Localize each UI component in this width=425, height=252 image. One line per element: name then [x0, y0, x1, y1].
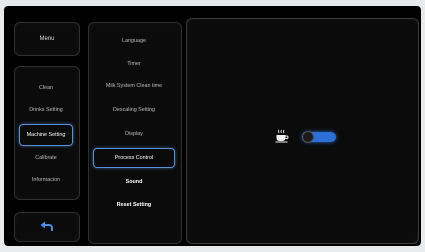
submenu-item-reset-setting[interactable]: Reset Setting: [93, 195, 175, 215]
category-item-clean[interactable]: Clean: [19, 77, 73, 99]
process-control-toggle[interactable]: [302, 131, 336, 143]
back-arrow-icon: [15, 213, 79, 241]
menu-label: Menu: [39, 36, 55, 42]
category-item-informacion[interactable]: Informacion: [19, 169, 73, 191]
back-button[interactable]: [14, 212, 80, 242]
category-item-machine-setting[interactable]: Machine Setting: [19, 124, 73, 146]
submenu-item-timer[interactable]: Timer: [93, 54, 175, 74]
submenu-item-sound[interactable]: Sound: [93, 172, 175, 192]
submenu-item-display[interactable]: Display: [93, 124, 175, 144]
coffee-cup-icon: [275, 129, 289, 148]
toggle-knob: [302, 131, 314, 143]
category-item-calibrate[interactable]: Calibrate: [19, 147, 73, 169]
content-panel: [186, 18, 419, 244]
submenu-list: Language Timer Milk System Clean time De…: [88, 22, 182, 244]
device-screen: Menu Clean Drinks Setting Machine Settin…: [4, 6, 421, 246]
submenu-item-language[interactable]: Language: [93, 31, 175, 51]
submenu-item-descaling-setting[interactable]: Descaling Setting: [93, 100, 175, 120]
category-list: Clean Drinks Setting Machine Setting Cal…: [14, 66, 80, 200]
submenu-item-process-control[interactable]: Process Control: [93, 148, 175, 168]
submenu-item-milk-system-clean-time[interactable]: Milk System Clean time: [93, 76, 175, 96]
category-item-drinks-setting[interactable]: Drinks Setting: [19, 99, 73, 121]
menu-button[interactable]: Menu: [14, 22, 80, 56]
